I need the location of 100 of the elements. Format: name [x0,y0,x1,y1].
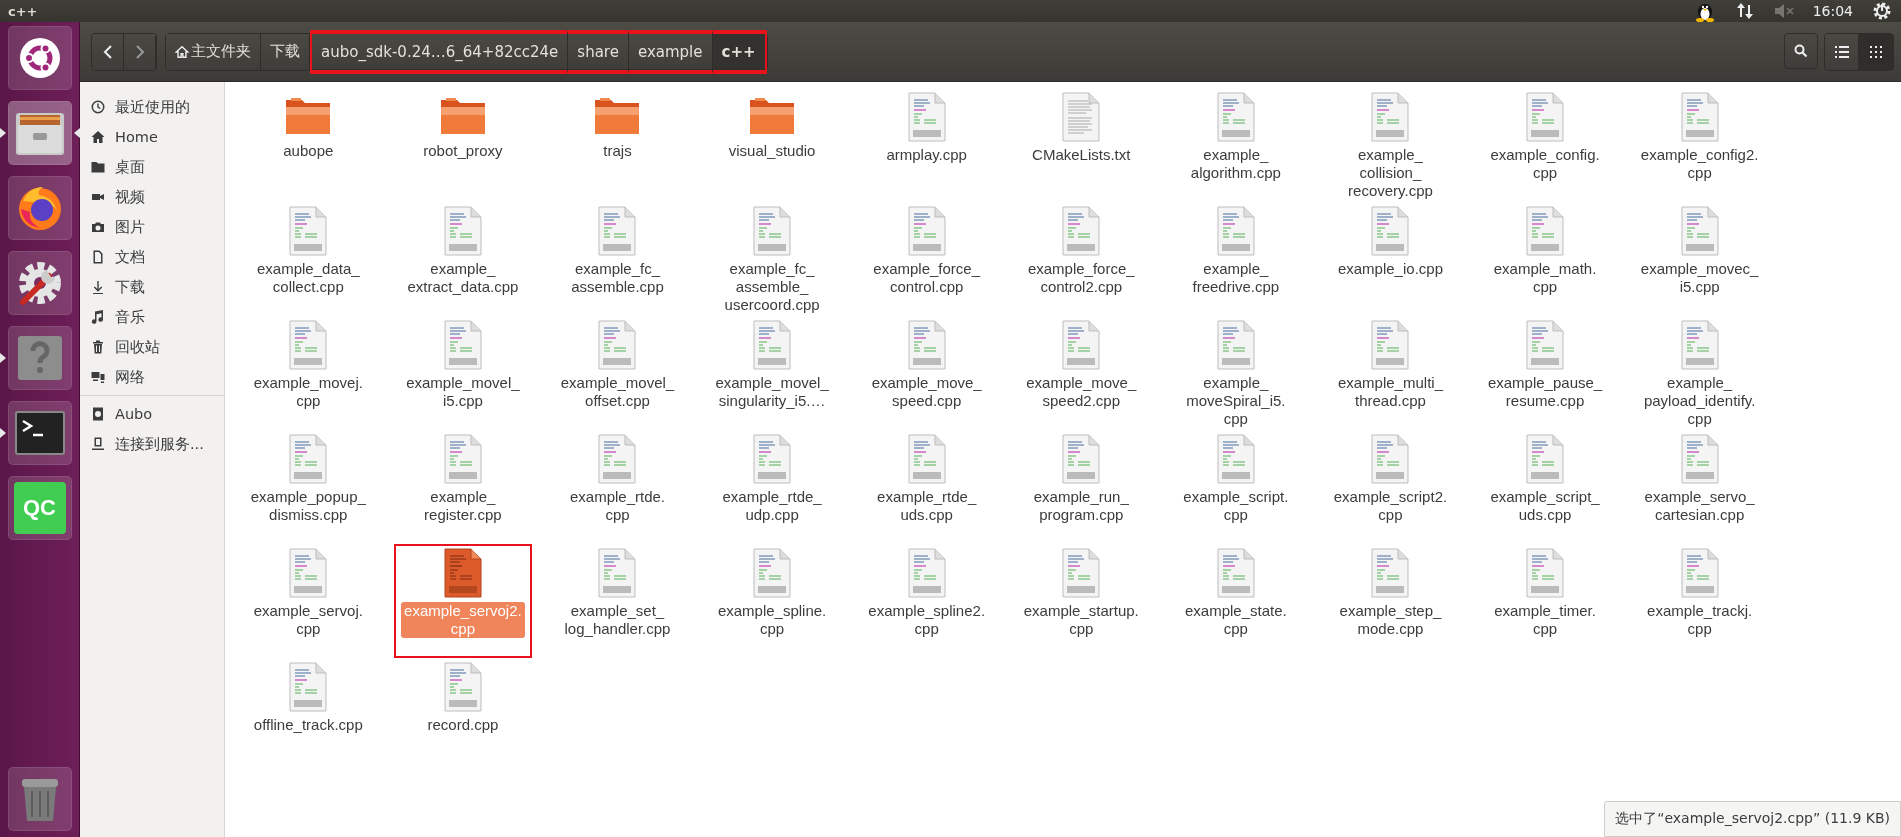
file-item[interactable]: example_movel_singularity_i5.… [694,320,850,434]
file-item[interactable]: visual_studio [694,92,850,206]
file-item[interactable]: example_fc_assemble_usercoord.cpp [694,206,850,320]
qc-logo: QC [13,482,66,534]
file-item[interactable]: example_multi_thread.cpp [1313,320,1468,434]
file-item[interactable]: example_moveSpiral_i5.cpp [1158,320,1314,434]
file-item[interactable]: example_movec_i5.cpp [1622,206,1777,320]
file-item[interactable]: example_payload_identify.cpp [1622,320,1777,434]
file-item[interactable]: example_step_mode.cpp [1313,548,1468,662]
path-button[interactable]: c++ [712,29,767,74]
file-item[interactable]: example_spline2.cpp [849,548,1004,662]
file-item[interactable]: example_collision_recovery.cpp [1313,92,1468,206]
file-item[interactable]: example_servo_cartesian.cpp [1622,434,1777,548]
file-item[interactable]: example_spline.cpp [694,548,850,662]
launcher-tile[interactable] [7,401,72,465]
launcher-tile[interactable] [7,101,72,165]
path-button[interactable]: 主文件夹 [166,33,261,70]
file-item[interactable]: example_script_uds.cpp [1467,434,1623,548]
clock[interactable]: 16:04 [1812,3,1853,19]
sidebar-item[interactable]: Home [80,122,224,152]
file-item[interactable]: example_force_control2.cpp [1003,206,1159,320]
code-file-icon [288,320,329,370]
sidebar-item[interactable]: 桌面 [80,152,224,182]
back-button[interactable] [92,33,124,70]
file-item[interactable]: example_script2.cpp [1313,434,1468,548]
sidebar-item[interactable]: 视频 [80,182,224,212]
file-name: example_movel_i5.cpp [405,374,521,410]
sidebar-item[interactable]: 图片 [80,212,224,242]
file-name: example_popup_dismiss.cpp [249,488,367,524]
code-file-icon [906,206,947,256]
code-file-icon [288,662,329,712]
launcher-tile[interactable] [7,176,72,240]
search-button[interactable] [1784,32,1818,69]
file-item[interactable]: example_extract_data.cpp [385,206,541,320]
sidebar-item[interactable]: Aubo [80,399,224,429]
launcher-tile[interactable] [7,26,72,90]
code-file-icon [1215,548,1256,598]
file-item[interactable]: example_rtde.cpp [540,434,695,548]
terminal-icon [14,411,65,455]
file-item[interactable]: example_fc_assemble.cpp [540,206,695,320]
file-item[interactable]: example_startup.cpp [1003,548,1159,662]
file-item[interactable]: example_data_collect.cpp [231,206,386,320]
launcher-tile[interactable] [7,251,72,315]
file-item[interactable]: armplay.cpp [849,92,1004,206]
file-item[interactable]: CMakeLists.txt [1003,92,1159,206]
file-item[interactable]: example_popup_dismiss.cpp [231,434,386,548]
list-view-button[interactable] [1825,33,1859,70]
file-item[interactable]: example_move_speed.cpp [849,320,1004,434]
sidebar-item[interactable]: 连接到服务... [80,429,224,459]
file-item[interactable]: example_pause_resume.cpp [1467,320,1623,434]
file-item[interactable]: example_run_program.cpp [1003,434,1159,548]
file-name: example_state.cpp [1184,602,1288,638]
file-item[interactable]: example_movel_i5.cpp [385,320,541,434]
file-item[interactable]: example_algorithm.cpp [1158,92,1314,206]
network-arrows-icon[interactable] [1734,1,1755,21]
file-item[interactable]: example_rtde_uds.cpp [849,434,1004,548]
file-item[interactable]: example_movej.cpp [231,320,386,434]
muted-speaker-icon[interactable] [1772,2,1795,20]
file-item[interactable]: example_set_log_handler.cpp [540,548,695,662]
sidebar-item[interactable]: 下载 [80,272,224,302]
path-button[interactable]: example [628,29,713,74]
file-item[interactable]: example_servoj.cpp [231,548,386,662]
sidebar-item[interactable]: 回收站 [80,332,224,362]
launcher-tile[interactable] [7,326,72,390]
sidebar-item[interactable]: 音乐 [80,302,224,332]
window-title: c++ [8,3,38,19]
file-item[interactable]: example_movel_offset.cpp [540,320,695,434]
file-item[interactable]: example_state.cpp [1158,548,1314,662]
file-item[interactable]: trajs [540,92,695,206]
path-button[interactable]: share [568,29,629,74]
path-button[interactable]: aubo_sdk-0.24…6_64+82cc24e [310,29,569,74]
code-file-icon [1370,206,1411,256]
code-file-icon [1679,206,1720,256]
power-gear-icon[interactable] [1871,0,1893,22]
file-item[interactable]: example_rtde_udp.cpp [694,434,850,548]
sidebar-item[interactable]: 网络 [80,362,224,392]
file-item[interactable]: example_config.cpp [1467,92,1623,206]
file-item[interactable]: example_trackj.cpp [1622,548,1777,662]
place-icon [90,339,106,355]
file-name: example_movec_i5.cpp [1639,260,1760,296]
sidebar-item[interactable]: 文档 [80,242,224,272]
file-item[interactable]: example_move_speed2.cpp [1003,320,1159,434]
code-file-icon [442,320,483,370]
file-name: example_servoj.cpp [252,602,364,638]
file-item[interactable]: record.cpp [385,662,541,776]
file-item[interactable]: example_math.cpp [1467,206,1623,320]
file-item[interactable]: offline_track.cpp [231,662,386,776]
file-item[interactable]: example_script.cpp [1158,434,1314,548]
code-file-icon [597,206,638,256]
grid-view-button[interactable] [1859,33,1893,70]
file-item[interactable]: aubope [231,92,386,206]
file-item[interactable]: example_config2.cpp [1622,92,1777,206]
sidebar-item[interactable]: 最近使用的 [80,92,224,122]
file-item[interactable]: example_io.cpp [1313,206,1468,320]
file-item[interactable]: example_force_control.cpp [849,206,1004,320]
file-item[interactable]: example_freedrive.cpp [1158,206,1314,320]
code-file-icon [752,548,793,598]
file-item[interactable]: example_timer.cpp [1467,548,1623,662]
file-item[interactable]: robot_proxy [385,92,541,206]
launcher-tile[interactable] [7,767,72,831]
